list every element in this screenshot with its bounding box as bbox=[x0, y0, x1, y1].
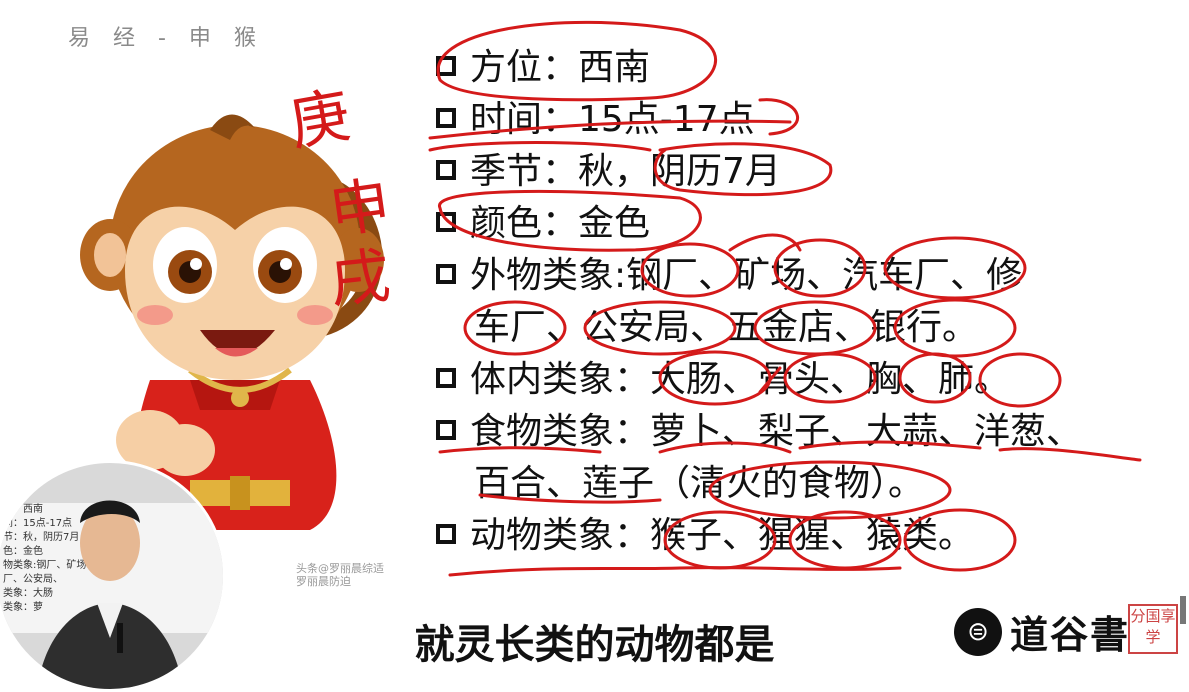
item-text: 食物类象：萝卜、梨子、大蒜、洋葱、 bbox=[470, 411, 1083, 452]
logo-text: 道谷書 bbox=[1010, 613, 1131, 657]
list-item-external-symbols: 外物类象:钢厂、矿场、汽车厂、修 bbox=[436, 250, 1156, 302]
checkbox-bullet-icon bbox=[436, 108, 456, 128]
item-text: 季节：秋，阴历7月 bbox=[470, 151, 781, 192]
list-item-direction: 方位：西南 bbox=[436, 42, 1156, 94]
list-item-body-symbols: 体内类象：大肠、骨头、胸、肺。 bbox=[436, 354, 1156, 406]
watermark: 头条@罗丽晨综适 罗丽晨防迫 bbox=[296, 562, 384, 588]
list-item-food-symbols: 食物类象：萝卜、梨子、大蒜、洋葱、 bbox=[436, 406, 1156, 458]
checkbox-bullet-icon bbox=[436, 56, 456, 76]
brand-logo: ⊜ 道谷書 bbox=[954, 604, 1130, 659]
item-text: 时间：15点-17点 bbox=[470, 99, 755, 140]
list-item-animal-symbols: 动物类象：猴子、猩猩、猿类。 bbox=[436, 510, 1156, 562]
list-item-color: 颜色：金色 bbox=[436, 198, 1156, 250]
attribute-list: 方位：西南 时间：15点-17点 季节：秋，阴历7月 颜色：金色 外物类象:钢厂… bbox=[436, 42, 1156, 562]
item-text-continued: 百合、莲子（清火的食物）。 bbox=[474, 463, 925, 504]
item-text-continued: 车厂、公安局、五金店、银行。 bbox=[474, 307, 979, 348]
slide-header-title: 易 经 - 申 猴 bbox=[68, 26, 264, 51]
checkbox-bullet-icon bbox=[436, 212, 456, 232]
checkbox-bullet-icon bbox=[436, 420, 456, 440]
item-text: 动物类象：猴子、猩猩、猿类。 bbox=[470, 515, 975, 556]
checkbox-bullet-icon bbox=[436, 524, 456, 544]
item-text: 方位：西南 bbox=[470, 47, 651, 88]
item-text: 体内类象：大肠、骨头、胸、肺。 bbox=[470, 359, 1011, 400]
seal-stamp: 分国享学 bbox=[1128, 604, 1178, 654]
checkbox-bullet-icon bbox=[436, 264, 456, 284]
checkbox-bullet-icon bbox=[436, 368, 456, 388]
slide: 易 经 - 申 猴 方位：西南 时间：15点-17点 季节：秋，阴历7月 颜色：… bbox=[0, 0, 1189, 692]
item-text: 外物类象:钢厂、矿场、汽车厂、修 bbox=[470, 255, 1023, 296]
list-item-season: 季节：秋，阴历7月 bbox=[436, 146, 1156, 198]
item-text: 颜色：金色 bbox=[470, 203, 651, 244]
checkbox-bullet-icon bbox=[436, 160, 456, 180]
list-item-time: 时间：15点-17点 bbox=[436, 94, 1156, 146]
logo-icon: ⊜ bbox=[954, 607, 1002, 656]
scrollbar-thumb[interactable] bbox=[1180, 596, 1186, 624]
